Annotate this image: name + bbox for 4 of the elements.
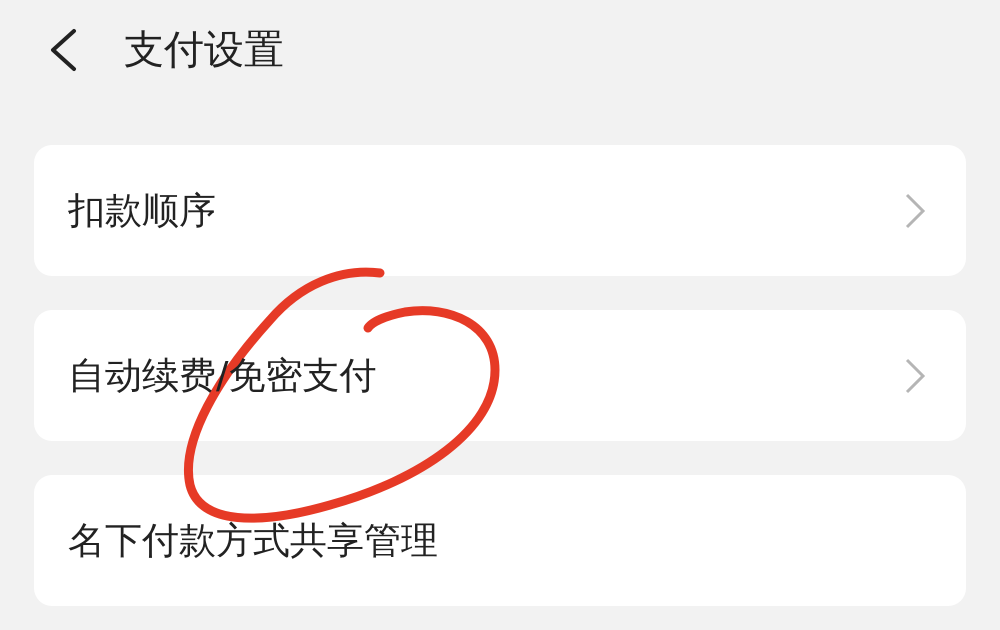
settings-item[interactable]: 扣款顺序 xyxy=(34,145,966,276)
settings-item[interactable]: 名下付款方式共享管理 xyxy=(34,475,966,606)
back-icon[interactable] xyxy=(48,28,78,72)
page-title: 支付设置 xyxy=(124,26,284,75)
